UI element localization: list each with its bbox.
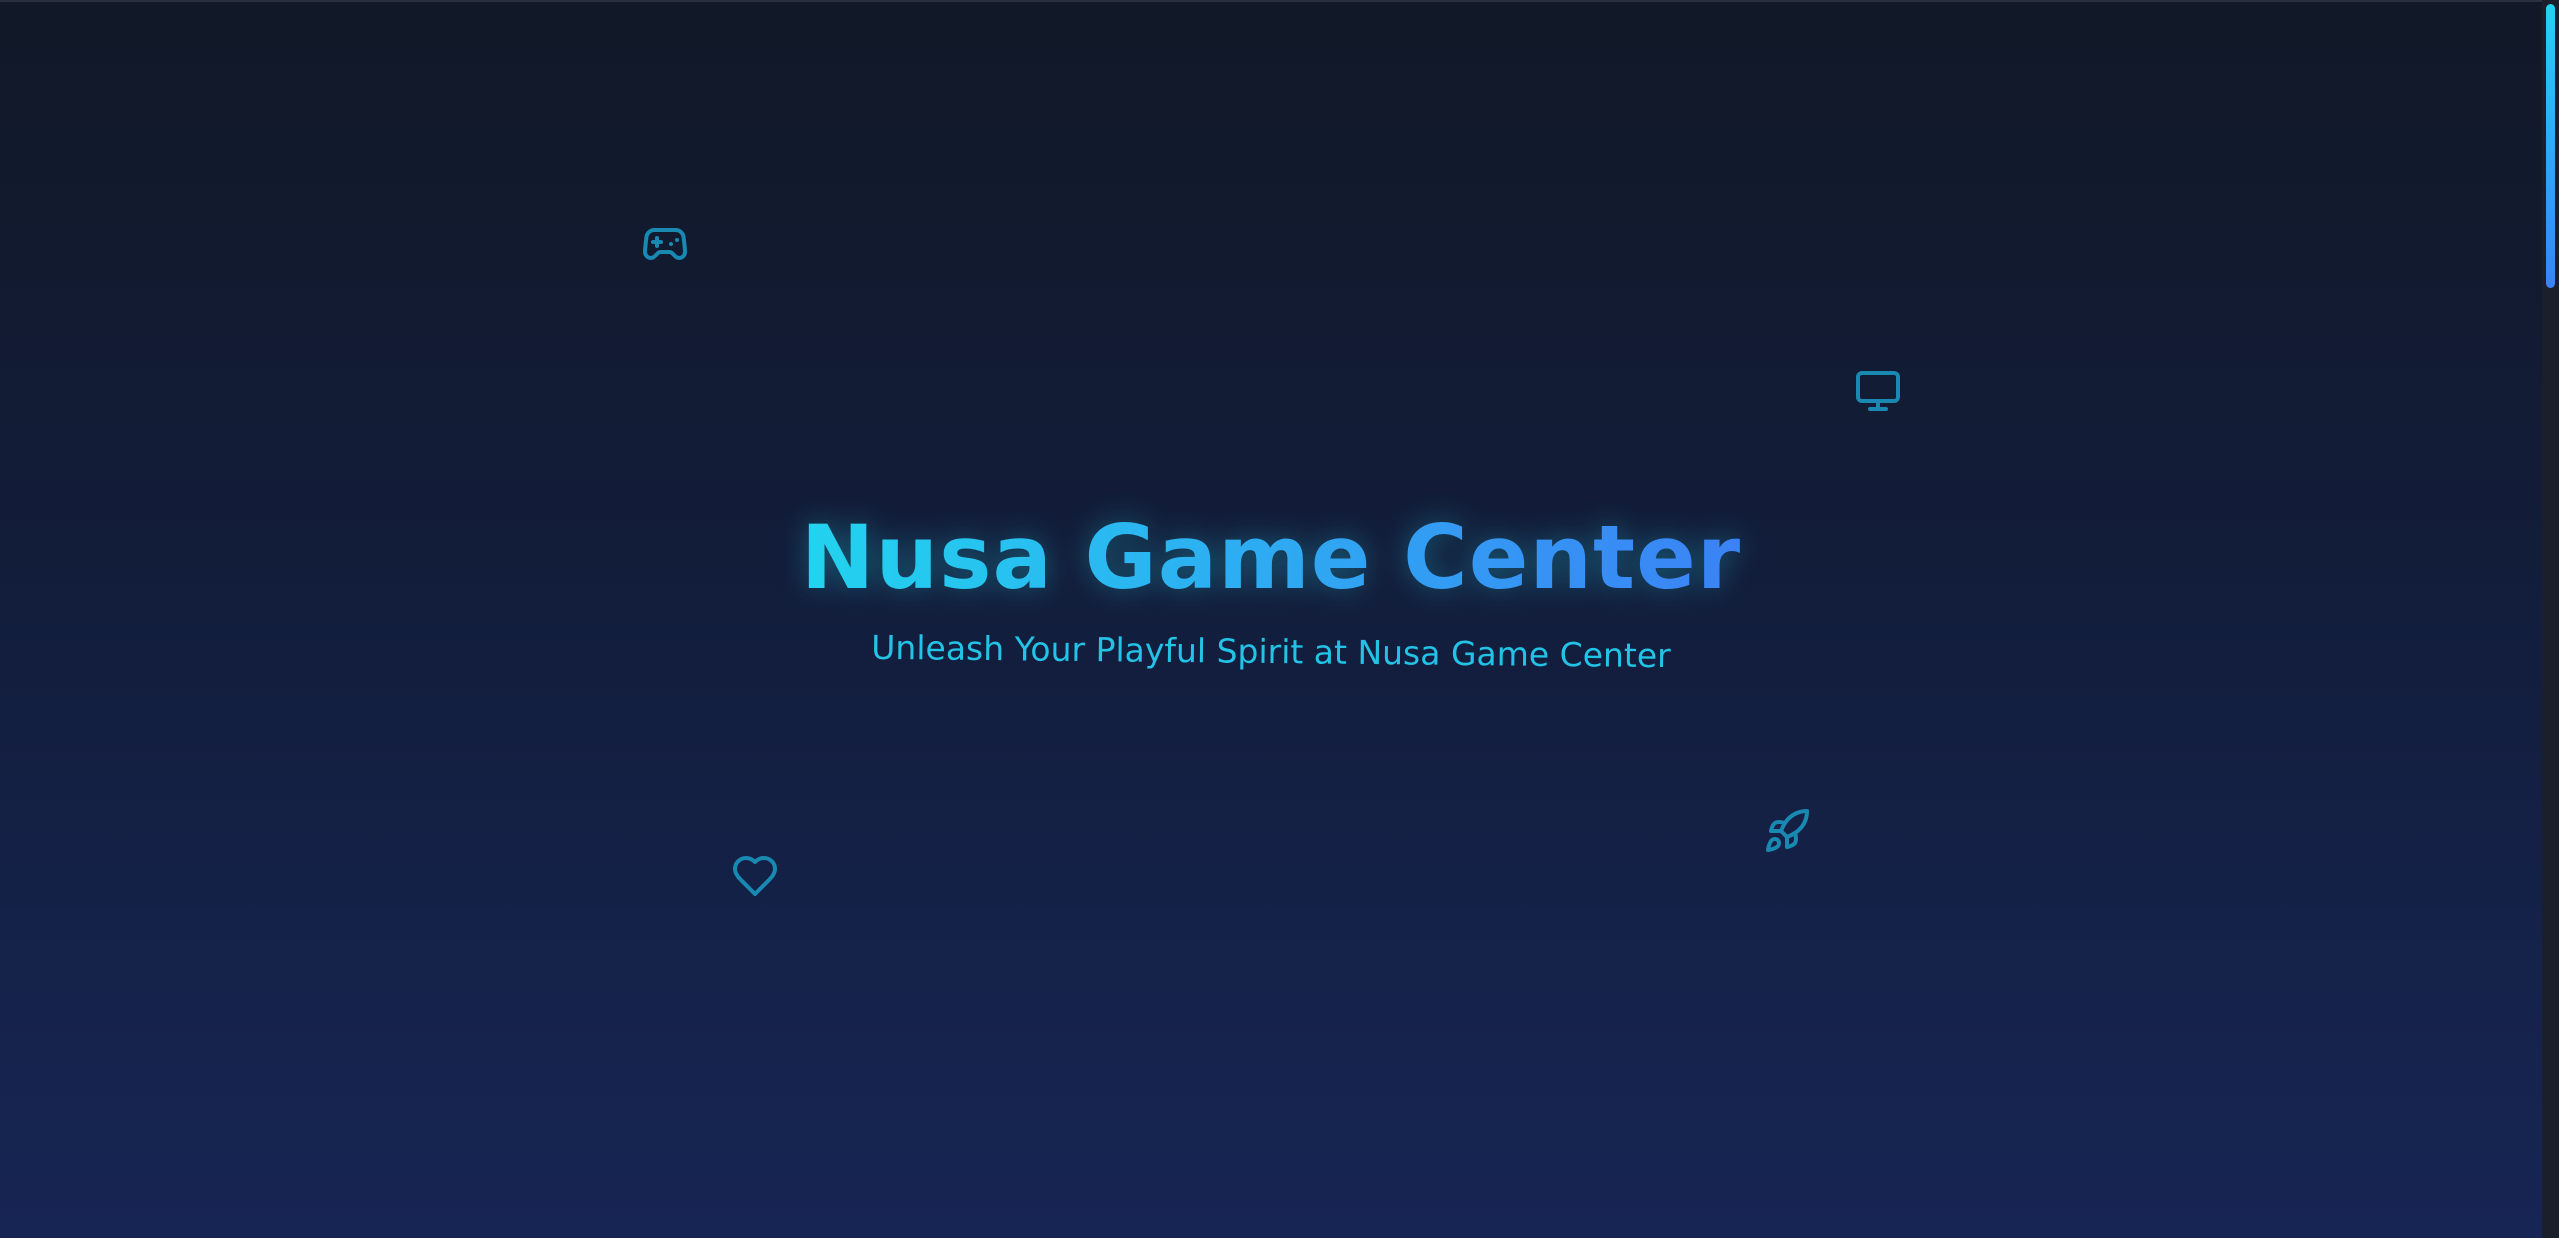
monitor-icon bbox=[1854, 367, 1902, 415]
heart-icon bbox=[731, 852, 779, 900]
vertical-scrollbar[interactable] bbox=[2542, 0, 2559, 1238]
hero-title: Nusa Game Center bbox=[0, 498, 2542, 618]
gamepad-icon bbox=[641, 220, 689, 268]
hero-section: Nusa Game Center Unleash Your Playful Sp… bbox=[0, 0, 2542, 1238]
scrollbar-thumb[interactable] bbox=[2546, 4, 2555, 288]
hero-title-text: Nusa Game Center bbox=[800, 506, 1742, 609]
rocket-icon bbox=[1763, 807, 1811, 855]
hero-subtitle: Unleash Your Playful Spirit at Nusa Game… bbox=[871, 627, 1671, 676]
page: Nusa Game Center Unleash Your Playful Sp… bbox=[0, 0, 2542, 1238]
